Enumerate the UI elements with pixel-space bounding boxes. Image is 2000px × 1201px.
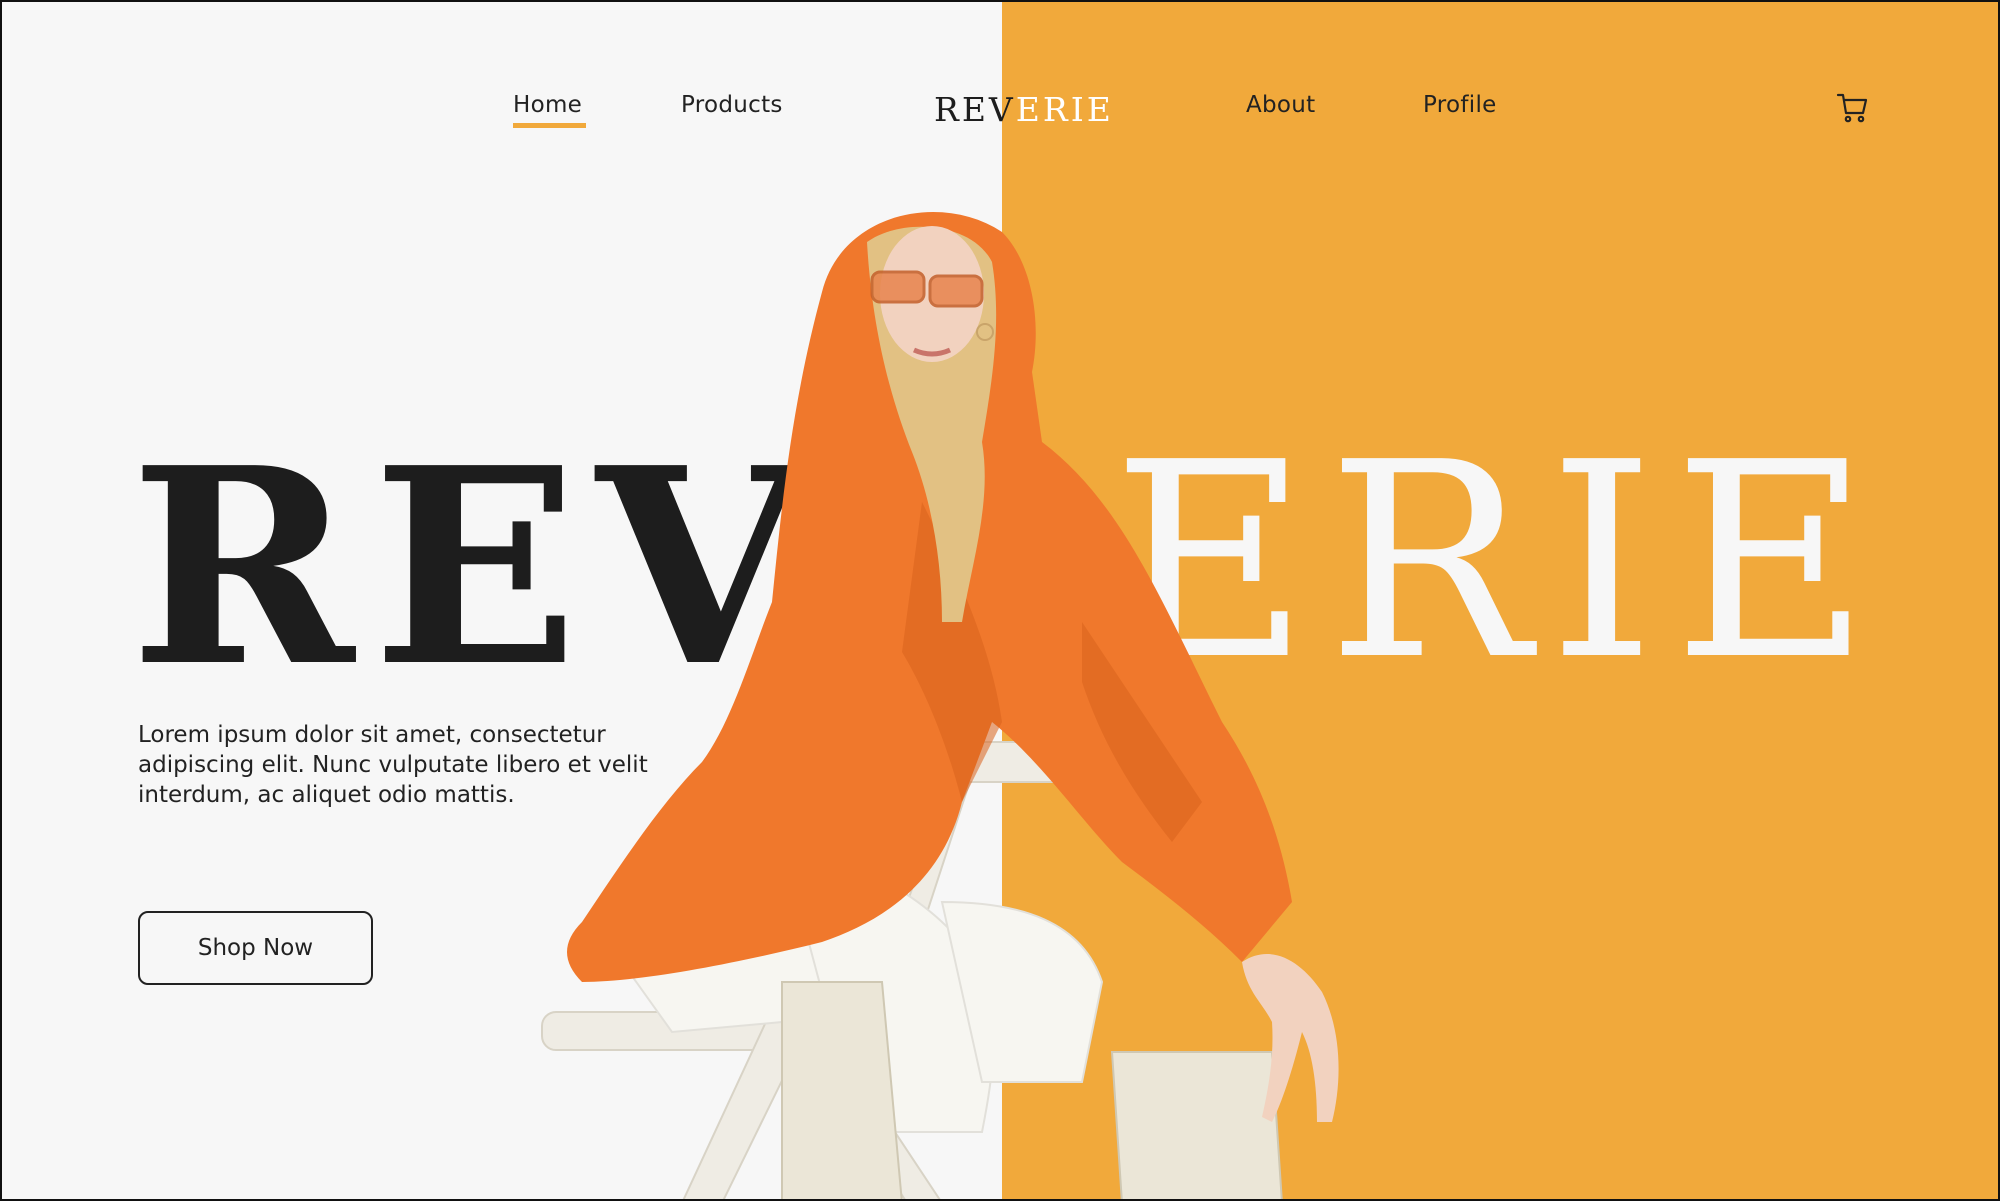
brand-logo-left: REV bbox=[934, 90, 1016, 129]
nav-about-link[interactable]: About bbox=[1246, 92, 1316, 118]
nav-products-link[interactable]: Products bbox=[681, 92, 783, 118]
landing-page: Home Products REVERIE About Profile REV … bbox=[0, 0, 2000, 1201]
brand-logo[interactable]: REVERIE bbox=[934, 90, 1114, 129]
shop-now-button[interactable]: Shop Now bbox=[138, 911, 373, 985]
cart-icon[interactable] bbox=[1836, 91, 1870, 125]
model-photo bbox=[541, 212, 1339, 1199]
nav-active-indicator bbox=[513, 123, 586, 128]
nav-home-link[interactable]: Home bbox=[513, 92, 582, 118]
hero-description: Lorem ipsum dolor sit amet, consectetur … bbox=[138, 722, 648, 808]
brand-logo-right: ERIE bbox=[1015, 90, 1114, 129]
nav-profile-link[interactable]: Profile bbox=[1423, 92, 1497, 118]
